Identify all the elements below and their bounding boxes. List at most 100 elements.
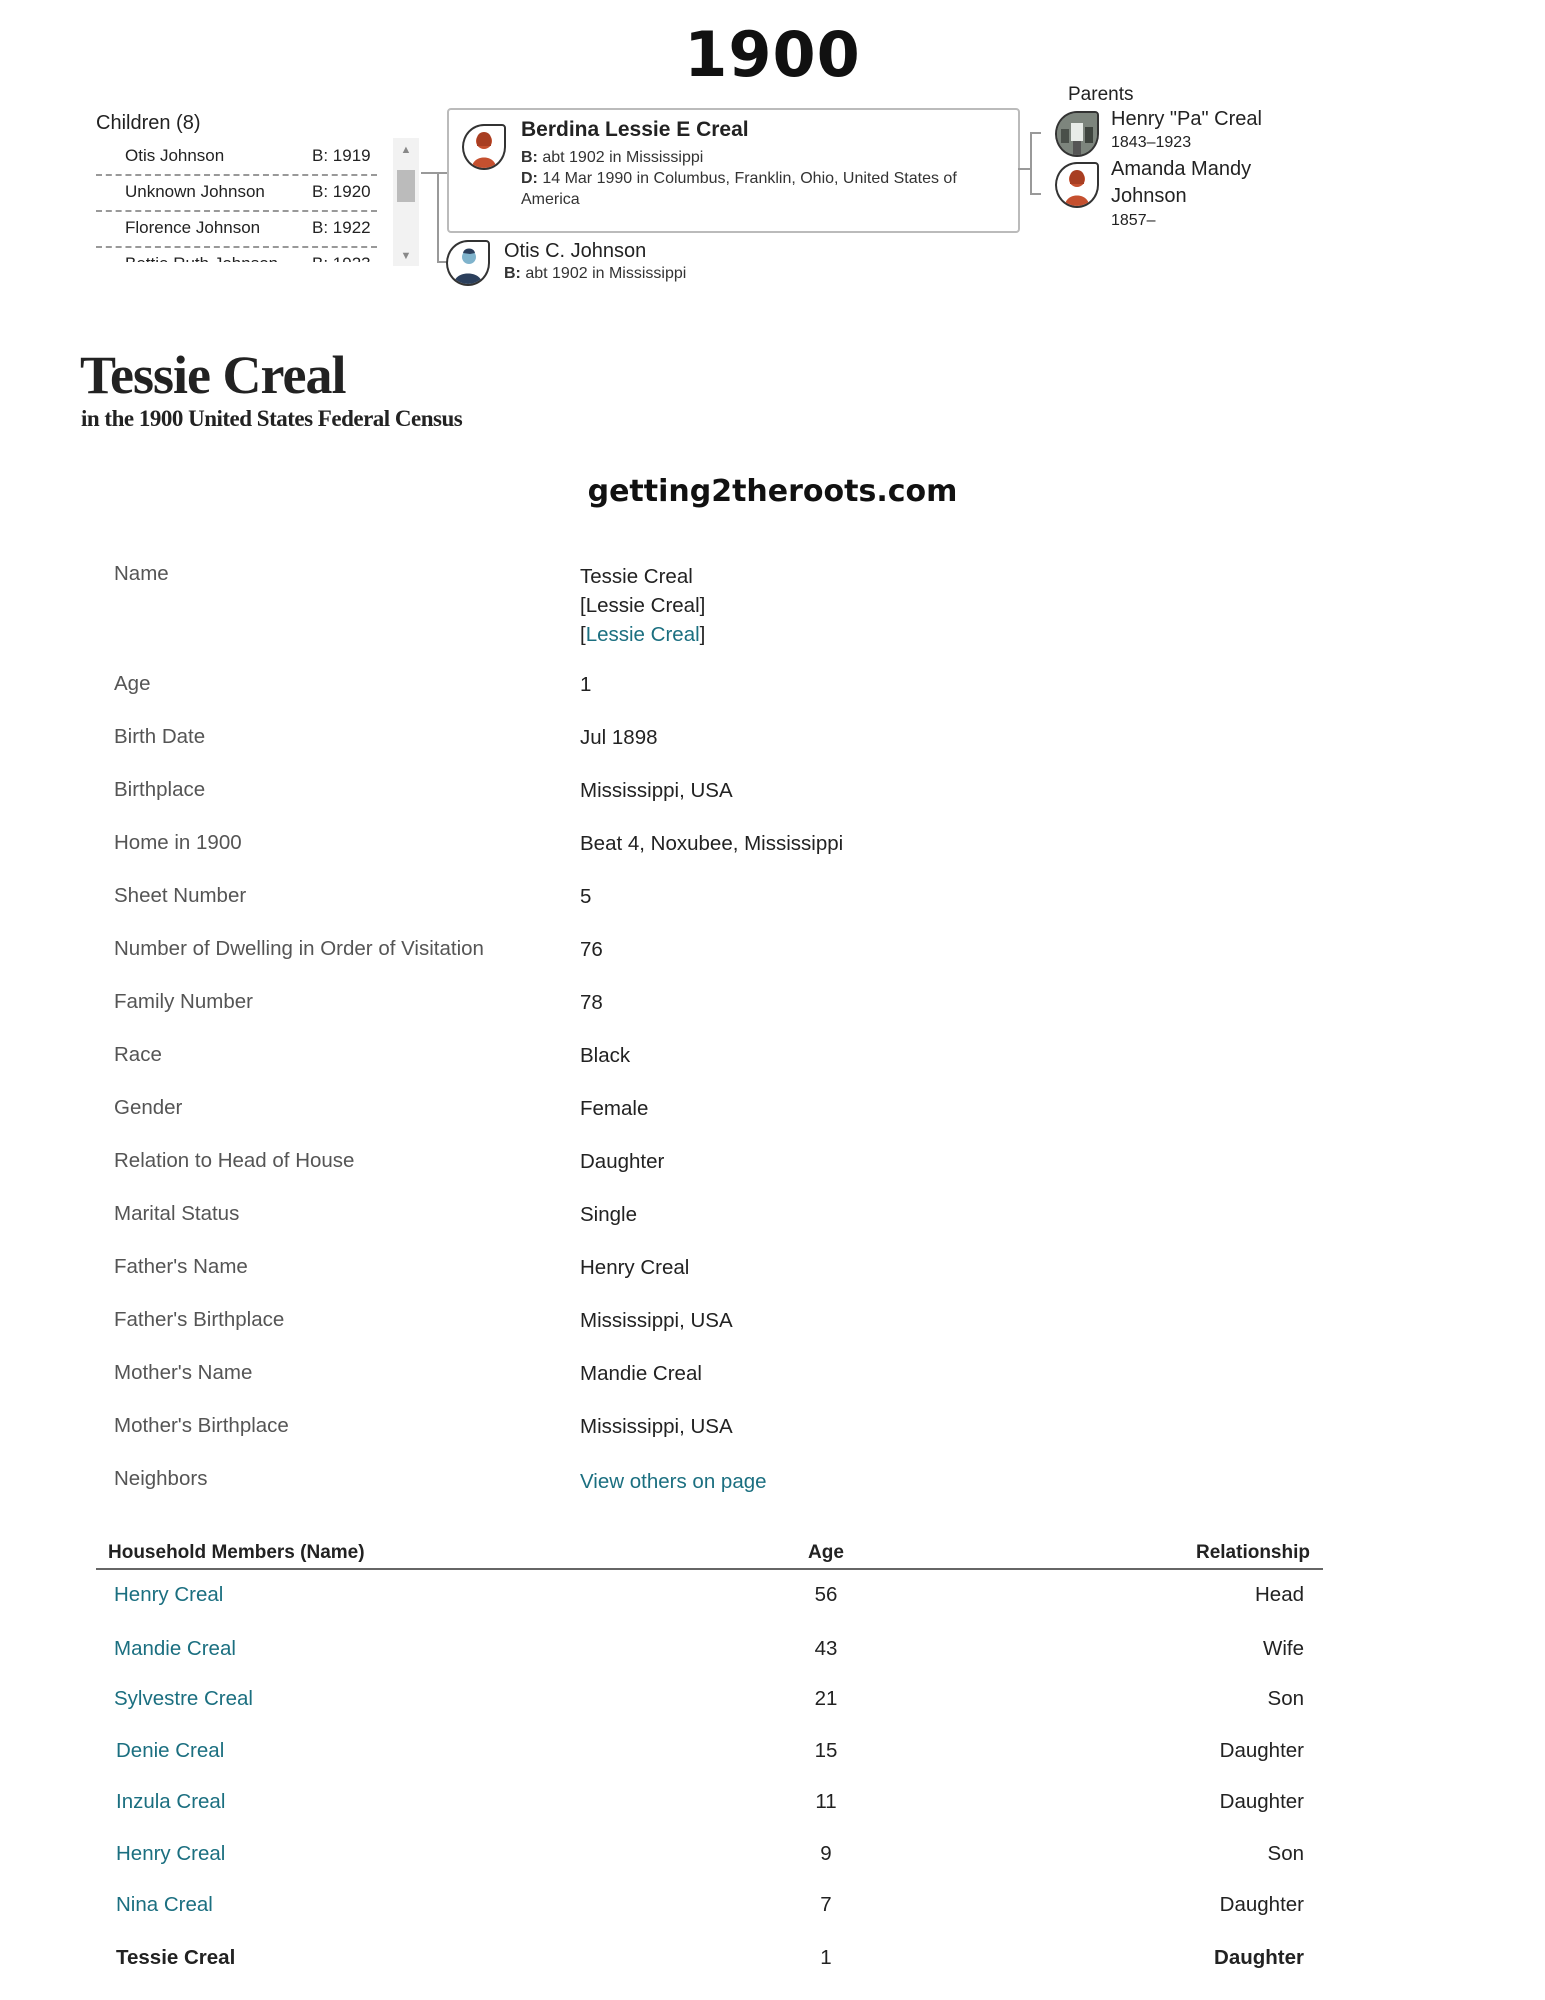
father-photo-avatar	[1055, 111, 1099, 157]
children-scrollbar[interactable]: ▲ ▼	[393, 138, 419, 266]
watermark-text: getting2theroots.com	[587, 474, 958, 509]
household-member-name[interactable]: Denie Creal	[116, 1739, 224, 1763]
child-item[interactable]: Otis Johnson B: 1919	[96, 138, 377, 176]
bracket: ]	[699, 623, 706, 646]
scroll-thumb[interactable]	[397, 170, 415, 202]
children-list: Otis Johnson B: 1919 Unknown Johnson B: …	[96, 138, 377, 262]
death-label: D:	[521, 170, 538, 187]
birth-label: B:	[504, 265, 521, 282]
birth-value: abt 1902 in Mississippi	[520, 265, 687, 282]
detail-label: Gender	[114, 1096, 183, 1119]
household-member-name[interactable]: Sylvestre Creal	[114, 1687, 253, 1711]
detail-label: Father's Name	[114, 1255, 248, 1278]
parents-title: Parents	[1068, 84, 1134, 105]
detail-value: Jul 1898	[580, 726, 658, 749]
table-header-divider	[96, 1568, 1323, 1570]
detail-value: Daughter	[580, 1150, 665, 1173]
name-alternate: [Lessie Creal]	[580, 594, 706, 617]
household-member-relationship: Daughter	[1219, 1739, 1304, 1762]
household-member-age: 43	[814, 1637, 838, 1660]
male-avatar-icon	[446, 240, 490, 286]
child-name: Bettie Ruth Johnson	[125, 254, 278, 262]
detail-value: Mississippi, USA	[580, 779, 733, 802]
detail-label: Mother's Name	[114, 1361, 253, 1384]
focus-person-death: D: 14 Mar 1990 in Columbus, Franklin, Oh…	[521, 168, 1011, 210]
detail-label: Race	[114, 1043, 162, 1066]
detail-value: Mississippi, USA	[580, 1415, 733, 1438]
spouse-birth: B: abt 1902 in Mississippi	[504, 265, 686, 283]
detail-label: Birthplace	[114, 778, 206, 801]
detail-value: Mandie Creal	[580, 1362, 702, 1385]
page-subtitle: in the 1900 United States Federal Census	[81, 406, 463, 431]
connector-line	[1030, 193, 1041, 195]
household-member-age: 9	[820, 1842, 832, 1865]
household-member-name[interactable]: Mandie Creal	[114, 1637, 236, 1661]
name-primary: Tessie Creal	[580, 565, 693, 588]
column-header-name: Household Members (Name)	[108, 1542, 365, 1563]
detail-label: Mother's Birthplace	[114, 1414, 289, 1437]
child-item[interactable]: Unknown Johnson B: 1920	[96, 174, 377, 212]
scroll-down-icon[interactable]: ▼	[393, 250, 419, 262]
child-name: Unknown Johnson	[125, 182, 265, 201]
scroll-up-icon[interactable]: ▲	[393, 144, 419, 156]
year-title: 1900	[684, 18, 861, 91]
birth-label: B:	[521, 149, 538, 166]
child-birth: B: 1920	[312, 182, 371, 201]
household-member-name[interactable]: Henry Creal	[114, 1583, 223, 1607]
household-member-relationship: Head	[1254, 1583, 1304, 1606]
children-title: Children (8)	[96, 112, 201, 134]
detail-value-name: Tessie Creal [Lessie Creal] [Lessie Crea…	[580, 562, 705, 649]
death-value: 14 Mar 1990 in Columbus, Franklin, Ohio,…	[521, 170, 957, 208]
child-item[interactable]: Florence Johnson B: 1922	[96, 210, 377, 248]
detail-value: 5	[580, 885, 592, 908]
detail-label: Relation to Head of House	[114, 1149, 355, 1172]
column-header-relationship: Relationship	[1195, 1542, 1310, 1563]
name-alternate-link[interactable]: Lessie Creal	[586, 623, 700, 646]
detail-value: Henry Creal	[580, 1256, 690, 1279]
detail-value: Female	[580, 1097, 649, 1120]
connector-line	[421, 172, 437, 174]
father-name[interactable]: Henry "Pa" Creal	[1111, 106, 1262, 133]
household-member-age: 1	[820, 1946, 832, 1969]
detail-label: Marital Status	[114, 1202, 240, 1225]
name-alternate-link-row: [Lessie Creal]	[580, 620, 705, 649]
detail-value: 78	[580, 991, 603, 1014]
detail-label: Age	[114, 672, 151, 695]
household-member-age: 56	[814, 1583, 838, 1606]
detail-label: Father's Birthplace	[114, 1308, 285, 1331]
detail-label: Family Number	[114, 990, 253, 1013]
detail-label: Sheet Number	[114, 884, 247, 907]
household-member-name[interactable]: Inzula Creal	[116, 1790, 225, 1814]
detail-label: Number of Dwelling in Order of Visitatio…	[114, 937, 484, 960]
child-name: Otis Johnson	[125, 146, 225, 165]
household-member-age: 11	[815, 1790, 837, 1813]
child-name: Florence Johnson	[125, 218, 261, 237]
child-item[interactable]: Bettie Ruth Johnson B: 1923	[96, 246, 377, 262]
mother-dates: 1857–	[1111, 212, 1156, 229]
female-avatar-icon	[462, 124, 506, 170]
page-title: Tessie Creal	[80, 345, 346, 405]
household-member-relationship: Daughter	[1214, 1946, 1304, 1969]
focus-person-birth: B: abt 1902 in Mississippi	[521, 147, 1011, 168]
detail-value: Mississippi, USA	[580, 1309, 733, 1332]
household-member-name[interactable]: Nina Creal	[116, 1893, 213, 1917]
connector-line	[1030, 132, 1041, 134]
focus-person-name[interactable]: Berdina Lessie E Creal	[521, 118, 749, 142]
mother-name[interactable]: Amanda Mandy Johnson	[1111, 156, 1291, 210]
household-member-relationship: Daughter	[1219, 1893, 1304, 1916]
connector-line	[1018, 168, 1030, 170]
detail-value: Single	[580, 1203, 637, 1226]
detail-label: Home in 1900	[114, 831, 242, 854]
household-member-relationship: Son	[1267, 1842, 1304, 1865]
household-member-relationship: Daughter	[1219, 1790, 1304, 1813]
view-neighbors-link[interactable]: View others on page	[580, 1467, 767, 1496]
child-birth: B: 1922	[312, 218, 371, 237]
birth-value: abt 1902 in Mississippi	[537, 149, 704, 166]
detail-value: 1	[580, 673, 592, 696]
detail-value: 76	[580, 938, 603, 961]
household-member-relationship: Son	[1267, 1687, 1304, 1710]
detail-value: Beat 4, Noxubee, Mississippi	[580, 832, 844, 855]
child-birth: B: 1923	[312, 254, 371, 262]
spouse-name[interactable]: Otis C. Johnson	[504, 240, 646, 263]
household-member-name[interactable]: Henry Creal	[116, 1842, 225, 1866]
